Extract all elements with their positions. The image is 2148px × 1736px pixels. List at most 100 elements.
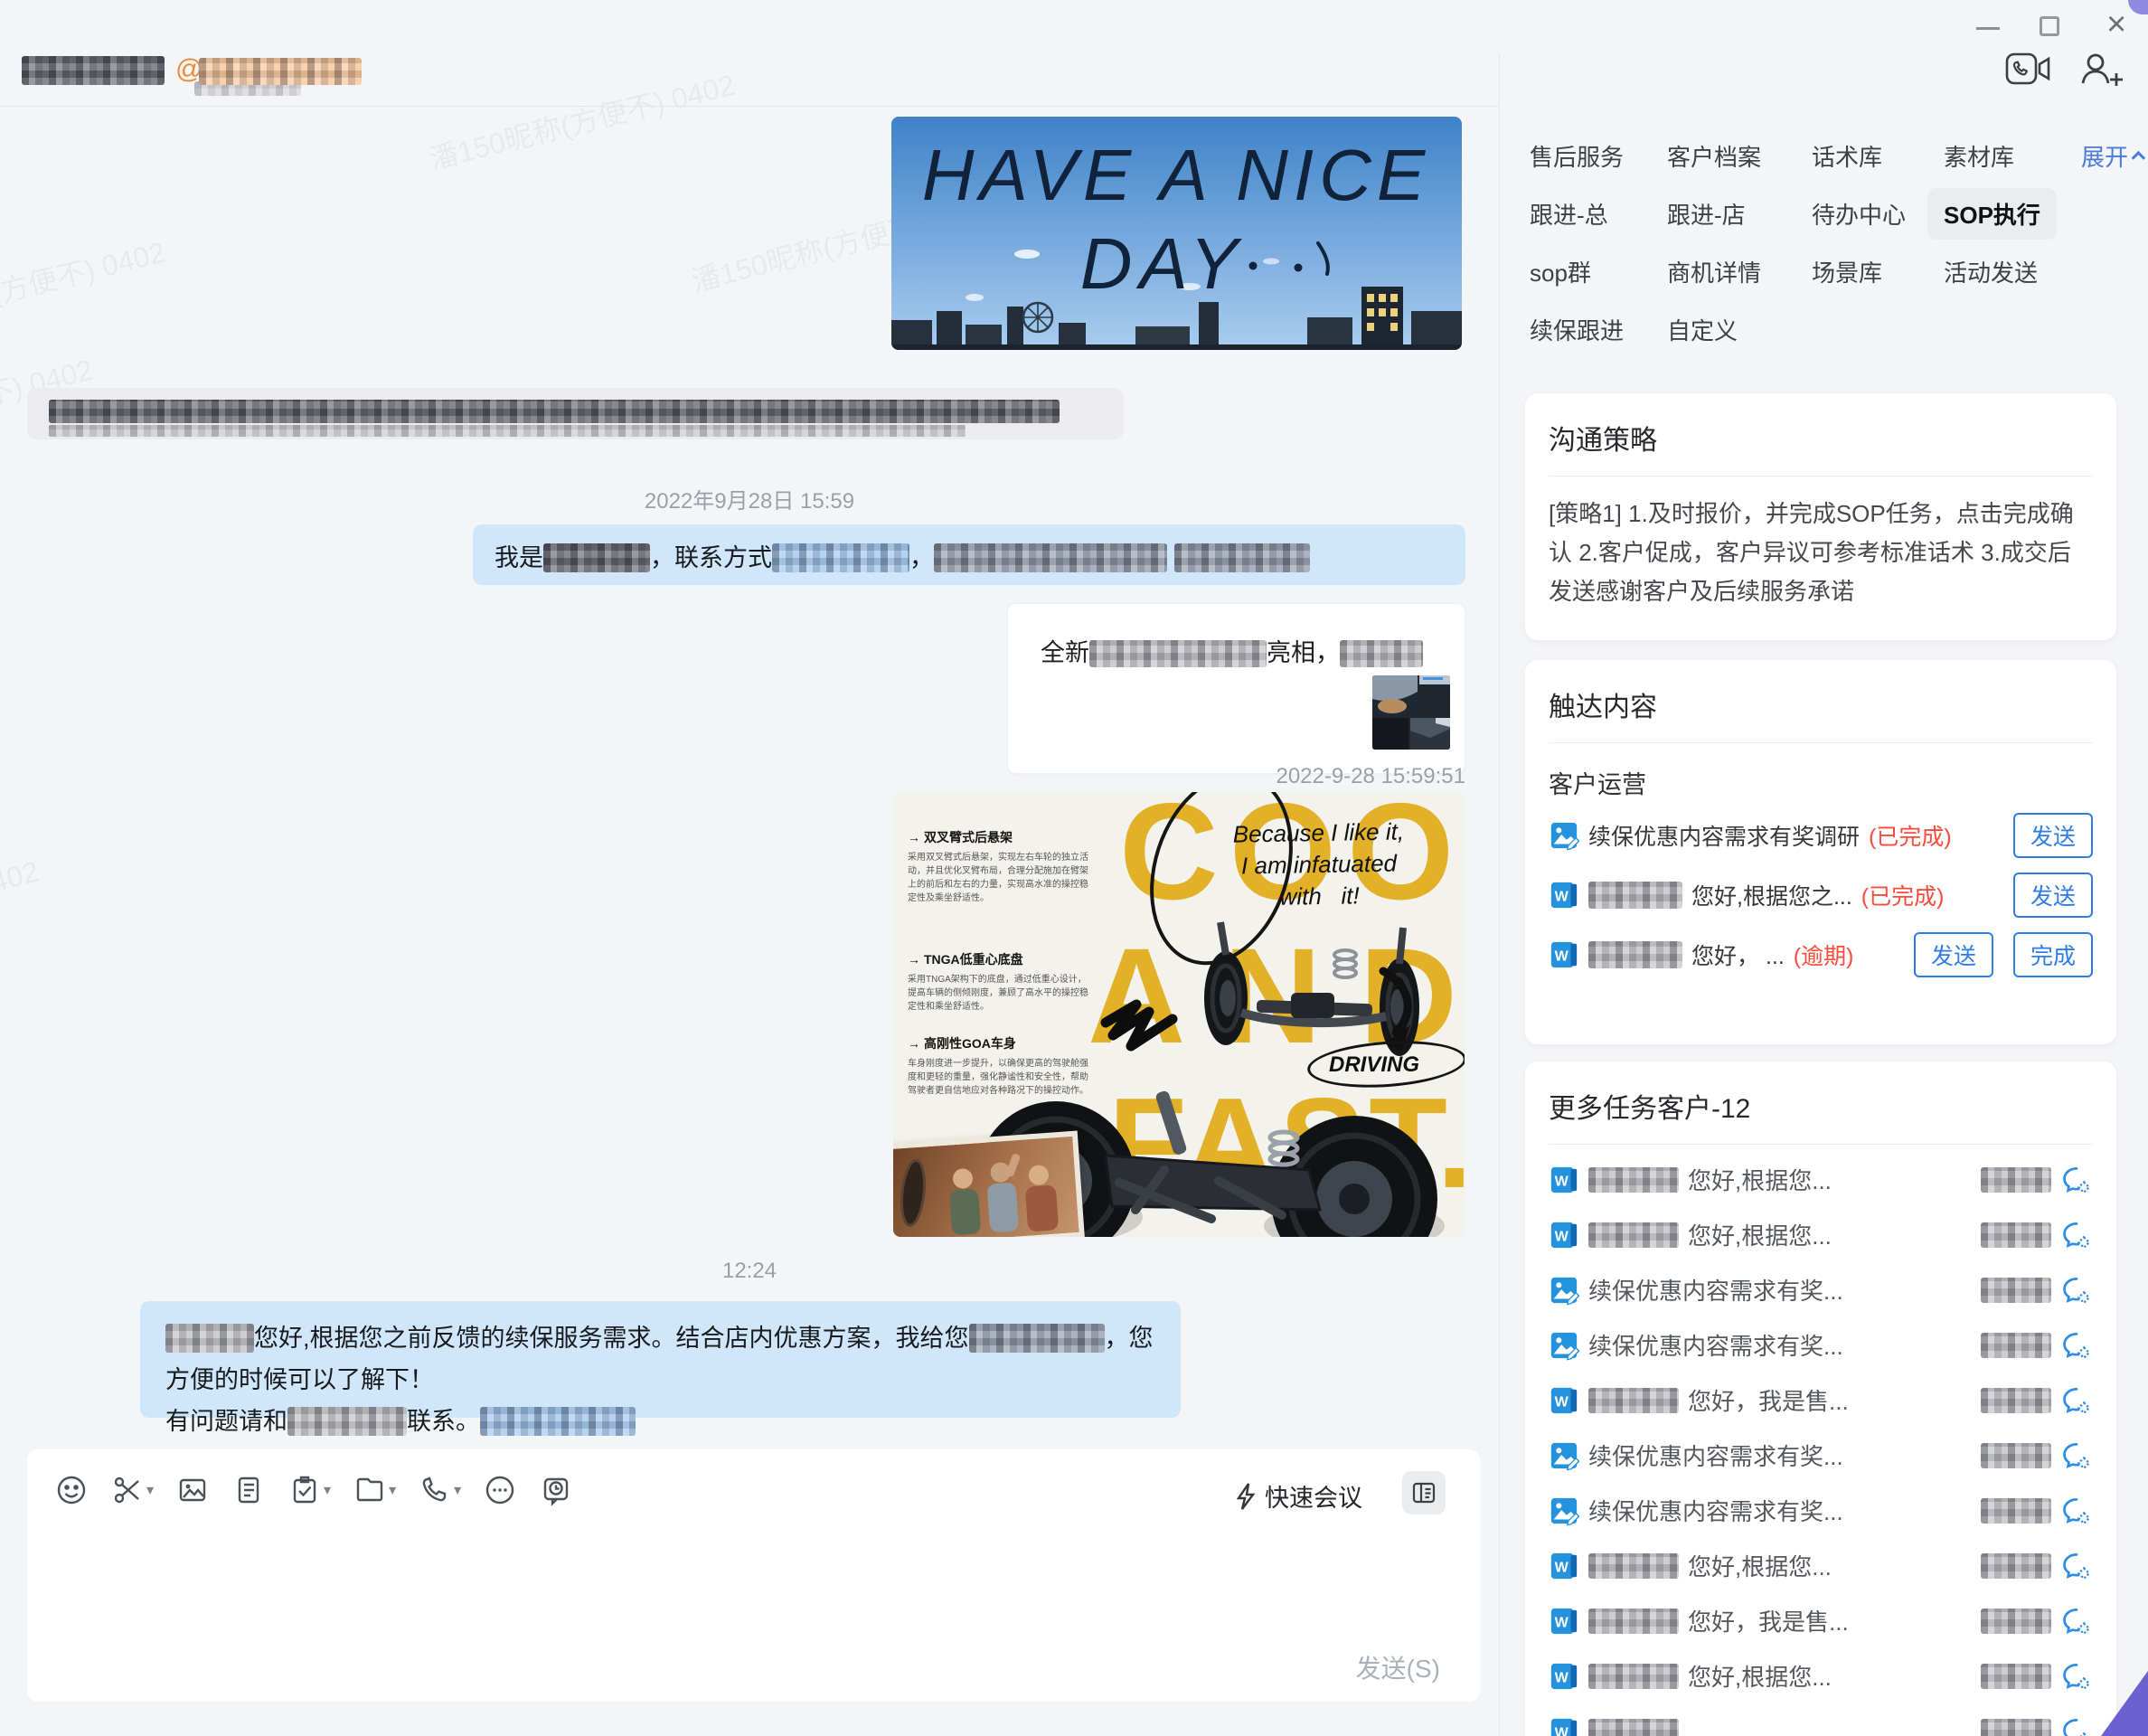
sidebar-tab-活动发送[interactable]: 活动发送 [1944,255,2038,288]
sidebar-tab-话术库[interactable]: 话术库 [1812,139,1882,173]
redacted-customer-name [1981,1167,2051,1193]
svg-text:W: W [1555,1393,1569,1410]
send-chat-icon[interactable] [2060,1274,2093,1307]
send-task-button[interactable]: 发送 [2013,813,2093,858]
link-card-message[interactable]: 全新亮相， [1007,603,1465,774]
chevron-down-icon[interactable]: ▾ [389,1481,396,1499]
more-icon[interactable] [483,1473,517,1507]
send-chat-icon[interactable] [2060,1660,2093,1693]
sidebar-tab-售后服务[interactable]: 售后服务 [1530,139,1624,173]
send-chat-icon[interactable] [2060,1550,2093,1582]
poster-feature-body: 车身刚度进一步提升，以确保更高的驾驶舱强度和更轻的重量，强化静谧性和安全性，帮助… [908,1057,1094,1098]
task-list-item[interactable]: W您好,根据您... [1549,1538,2093,1593]
send-chat-icon[interactable] [2060,1605,2093,1637]
renewal-text: 联系。 [407,1408,480,1435]
file-icon[interactable] [231,1473,266,1507]
redacted-name [287,1407,407,1436]
sidebar-tab-跟进-总[interactable]: 跟进-总 [1530,197,1608,231]
send-chat-icon[interactable] [2060,1439,2093,1472]
send-chat-icon[interactable] [2060,1164,2093,1196]
task-list-item[interactable]: 续保优惠内容需求有奖... [1549,1317,2093,1373]
redacted-name [1588,1719,1679,1736]
sidebar-tab-客户档案[interactable]: 客户档案 [1667,139,1761,173]
svg-text:W: W [1555,1559,1569,1575]
video-call-icon[interactable] [2005,51,2052,91]
task-list-item[interactable]: 续保优惠内容需求有奖... [1549,1483,2093,1538]
chat-contact-name-redacted [22,56,165,85]
svg-text:W: W [1555,889,1569,905]
image-icon[interactable] [175,1473,210,1507]
renewal-text: 您好,根据您之前反馈的续保服务需求。结合店内优惠方案，我给您 [254,1325,969,1352]
composer-toolbar: ▾ ▾ ▾ ▾ [54,1473,573,1507]
task-item-text: 续保优惠内容需求有奖... [1588,1328,1843,1362]
task-list-item[interactable]: W您好,根据您... [1549,1648,2093,1703]
redacted-customer-name [1981,1719,2051,1736]
task-list-item[interactable]: 续保优惠内容需求有奖... [1549,1262,2093,1317]
send-chat-icon[interactable] [2060,1495,2093,1527]
folder-icon[interactable]: ▾ [353,1473,396,1507]
sent-message-intro[interactable]: 我是，联系方式， [473,524,1465,585]
send-chat-icon[interactable] [2060,1219,2093,1251]
complete-task-button[interactable]: 完成 [2013,932,2093,977]
poster-feature-title: →TNGA低重心底盘 [908,950,1094,968]
add-member-icon[interactable] [2076,51,2124,95]
sidebar-tab-待办中心[interactable]: 待办中心 [1812,197,1906,231]
sidebar-tab-sop群[interactable]: sop群 [1530,255,1591,288]
word-doc-icon: W [1549,1551,1579,1581]
sidebar-tab-商机详情[interactable]: 商机详情 [1667,255,1761,288]
svg-text:W: W [1555,1173,1569,1189]
send-chat-icon[interactable] [2060,1329,2093,1362]
watermark-text: 潘150昵称(方便不) 0402 [0,230,169,346]
task-item-text: 续保优惠内容需求有奖... [1588,1439,1843,1472]
screenshot-icon[interactable]: ▾ [110,1473,154,1507]
task-list-item[interactable]: W您好,根据您... [1549,1207,2093,1262]
emoji-icon[interactable] [54,1473,89,1507]
send-button[interactable]: 发送(S) [1356,1649,1440,1685]
sidebar-tab-自定义[interactable]: 自定义 [1667,313,1738,346]
task-list-item[interactable]: W [1549,1703,2093,1736]
send-task-button[interactable]: 发送 [2013,873,2093,918]
task-list-item[interactable]: W您好,根据您... [1549,1152,2093,1207]
todo-icon[interactable]: ▾ [287,1473,331,1507]
quick-meeting-button[interactable]: 快速会议 [1234,1478,1362,1514]
received-message-redacted[interactable] [27,388,1124,439]
chevron-down-icon[interactable]: ▾ [324,1481,331,1499]
sent-message-renewal[interactable]: 您好,根据您之前反馈的续保服务需求。结合店内优惠方案，我给您，您方便的时候可以了… [140,1301,1181,1418]
task-list-item[interactable]: 续保优惠内容需求有奖... [1549,1428,2093,1483]
sidebar-tab-SOP执行[interactable]: SOP执行 [1927,188,2057,240]
chevron-down-icon[interactable]: ▾ [146,1481,154,1499]
message-image-have-a-nice-day[interactable]: HAVE A NICE DAY [891,117,1462,350]
chevron-down-icon[interactable]: ▾ [454,1481,461,1499]
chat-history-icon[interactable] [539,1473,573,1507]
sidebar-tab-续保跟进[interactable]: 续保跟进 [1530,313,1624,346]
status-label: (已完成) [1861,879,1945,911]
sidebar-tab-素材库[interactable]: 素材库 [1944,139,2014,173]
chevron-up-icon [2132,150,2146,165]
poster-feature-body: 采用双叉臂式后悬架，实现左右车轮的独立活动，并且优化叉臂布局，合理分配施加在臂架… [908,851,1094,905]
redacted-customer-name [1981,1333,2051,1358]
reach-item-text: 您好， ... [1691,939,1785,971]
minimize-button[interactable] [1976,27,2000,30]
svg-text:W: W [1555,1724,1569,1736]
tab-row: 售后服务客户档案话术库素材库展开 [1530,127,2134,184]
call-icon[interactable]: ▾ [418,1473,461,1507]
task-list-item[interactable]: W您好，我是售... [1549,1373,2093,1428]
send-task-button[interactable]: 发送 [1914,932,1993,977]
poster-driving-label: DRIVING [1329,1052,1419,1078]
redacted-text [49,425,966,437]
redacted-customer-name [1981,1222,2051,1248]
send-chat-icon[interactable] [2060,1715,2093,1736]
send-chat-icon[interactable] [2060,1384,2093,1417]
sidebar-tab-展开[interactable]: 展开 [2081,139,2145,173]
card-thumbnail-image [1372,675,1450,750]
close-button[interactable]: × [2106,7,2126,42]
tab-row: 跟进-总 跟进-店 待办中心 SOP执行 [1530,184,2134,242]
message-composer[interactable]: ▾ ▾ ▾ ▾ [27,1449,1480,1702]
toggle-sidebar-button[interactable] [1402,1471,1446,1514]
sidebar-tab-跟进-店[interactable]: 跟进-店 [1667,197,1746,231]
message-image-car-poster[interactable]: COOL AND FAST. [893,792,1465,1237]
task-list-item[interactable]: W您好，我是售... [1549,1593,2093,1648]
maximize-button[interactable] [2040,16,2059,36]
more-task-list: W您好,根据您...W您好,根据您...续保优惠内容需求有奖...续保优惠内容需… [1549,1145,2093,1736]
sidebar-tab-场景库[interactable]: 场景库 [1812,255,1882,288]
